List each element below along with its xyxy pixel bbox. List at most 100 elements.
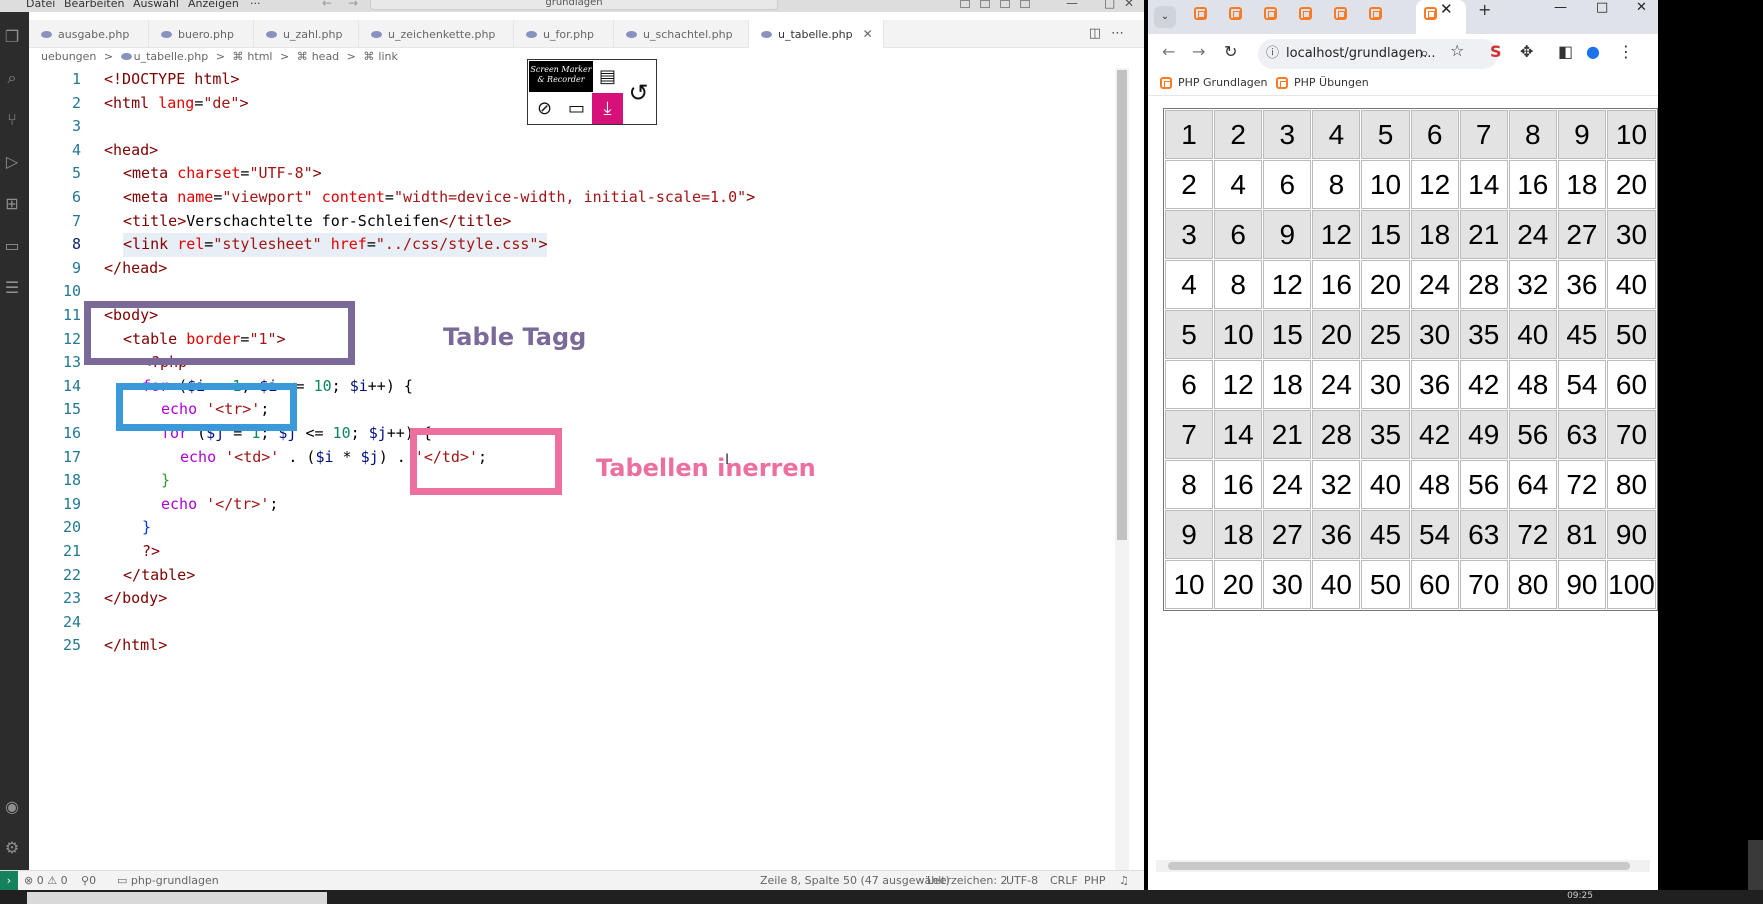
ports-indicator[interactable]: ⚲0 (81, 874, 96, 887)
sidebar-icon[interactable] (1000, 0, 1010, 8)
table-cell: 80 (1606, 460, 1656, 509)
tab-u-tabelle[interactable]: u_tabelle.php ✕ (749, 20, 884, 48)
scrollbar-thumb[interactable] (1168, 862, 1630, 870)
folder-icon[interactable]: ▭ (2, 235, 22, 255)
bookmark-php-uebungen[interactable]: PHP Übungen (1276, 76, 1369, 89)
cursor-position[interactable]: Zeile 8, Spalte 50 (47 ausgewählt) (760, 874, 950, 887)
close-window-icon[interactable]: ✕ (1636, 0, 1647, 15)
zoom-icon[interactable]: ⌕ (1420, 43, 1429, 63)
download-icon[interactable]: ⤓ (592, 93, 623, 124)
tab-search-icon[interactable]: ⌄ (1154, 6, 1176, 28)
browser-tab[interactable] (1221, 2, 1249, 24)
menu-selection[interactable]: Auswahl (133, 0, 179, 10)
browser-tab[interactable] (1326, 2, 1354, 24)
close-tab-icon[interactable]: ✕ (1440, 0, 1453, 18)
minimize-icon[interactable]: — (1066, 0, 1078, 10)
browser-tab[interactable] (1186, 2, 1214, 24)
table-cell: 32 (1508, 260, 1557, 309)
code-token: ; (331, 376, 350, 395)
split-editor-icon[interactable]: ◫⋯ (1089, 26, 1134, 41)
table-cell: 4 (1214, 160, 1263, 209)
maximize-icon[interactable]: □ (1104, 0, 1115, 10)
remote-explorer-icon[interactable]: ☰ (2, 277, 22, 297)
code-token: <= (296, 424, 333, 442)
table-cell: 6 (1263, 160, 1312, 209)
menu-more[interactable]: ··· (250, 0, 261, 10)
bookmark-star-icon[interactable]: ☆ (1450, 41, 1464, 60)
close-icon[interactable]: ✕ (1124, 0, 1134, 10)
bookmark-php-grundlagen[interactable]: PHP Grundlagen (1160, 76, 1268, 89)
account-icon[interactable]: ◉ (2, 796, 22, 816)
folder-indicator[interactable]: ▭ php-grundlagen (117, 874, 219, 887)
code-token: > (158, 589, 168, 608)
problems-indicator[interactable]: ⊗ 0 ⚠ 0 (24, 874, 68, 887)
url-text[interactable]: localhost/grundlagen... (1286, 46, 1436, 61)
forward-arrow-icon[interactable]: → (348, 0, 358, 10)
indentation[interactable]: Leerzeichen: 2 (927, 874, 1008, 887)
tab-u-for[interactable]: u_for.php (514, 20, 614, 48)
breadcrumb-html[interactable]: html (247, 50, 272, 63)
menu-file[interactable]: Datei (26, 0, 55, 10)
monitor-icon[interactable]: ▭ (561, 93, 592, 124)
extensions-icon[interactable]: ⊞ (2, 193, 22, 213)
table-cell: 30 (1361, 360, 1410, 409)
tab-u-schachtel[interactable]: u_schachtel.php (614, 20, 749, 48)
menu-view[interactable]: Anzeigen (188, 0, 239, 10)
scrollbar-thumb[interactable] (1117, 70, 1127, 540)
browser-tab[interactable] (1361, 2, 1389, 24)
breadcrumb-folder[interactable]: uebungen (41, 50, 96, 63)
code-token: head (113, 140, 150, 159)
extension-s-icon[interactable]: S (1490, 42, 1502, 61)
undo-icon[interactable]: ↺ (623, 77, 654, 108)
run-debug-icon[interactable]: ▷ (2, 151, 22, 171)
tab-u-zeichenkette[interactable]: u_zeichenkette.php (359, 20, 514, 48)
encoding[interactable]: UTF-8 (1006, 874, 1038, 887)
back-icon[interactable]: ← (1162, 42, 1175, 61)
breadcrumb-head[interactable]: head (312, 50, 339, 63)
new-tab-icon[interactable]: + (1478, 0, 1491, 19)
tab-buero[interactable]: buero.php (149, 20, 254, 48)
code-token: < (123, 188, 133, 206)
panel-icon[interactable] (980, 0, 990, 8)
line-ending[interactable]: CRLF (1050, 874, 1078, 887)
source-control-icon[interactable]: ⑂ (2, 109, 22, 129)
chrome-menu-icon[interactable]: ⋮ (1618, 42, 1634, 61)
language-mode[interactable]: PHP (1084, 874, 1106, 887)
tab-ausgabe[interactable]: ausgabe.php (29, 20, 149, 48)
extensions-puzzle-icon[interactable]: ✥ (1520, 42, 1533, 61)
table-cell: 6 (1410, 110, 1459, 159)
table-cell: 10 (1361, 160, 1410, 209)
profile-avatar-icon[interactable]: ● (1586, 42, 1600, 61)
back-arrow-icon[interactable]: ← (322, 0, 332, 10)
tab-close-icon[interactable]: ✕ (863, 27, 873, 41)
forward-icon[interactable]: → (1192, 42, 1205, 61)
command-center[interactable]: grundlagen (370, 0, 778, 10)
remote-indicator-icon[interactable]: › (0, 871, 18, 890)
editor-vertical-scrollbar[interactable] (1115, 68, 1129, 870)
hide-eye-icon[interactable]: ⊘ (529, 93, 560, 124)
browser-tab[interactable] (1291, 2, 1319, 24)
customize-layout-icon[interactable] (1020, 0, 1030, 8)
minimize-icon[interactable]: — (1554, 0, 1567, 15)
side-panel-icon[interactable]: ◧ (1558, 42, 1573, 61)
notifications-bell-icon[interactable]: ♫ (1119, 874, 1129, 887)
browser-tab[interactable] (1256, 2, 1284, 24)
search-icon[interactable]: ⌕ (2, 68, 22, 88)
tab-u-zahl[interactable]: u_zahl.php (254, 20, 359, 48)
maximize-icon[interactable]: □ (1596, 0, 1608, 15)
site-info-icon[interactable]: ⓘ (1266, 39, 1279, 69)
settings-gear-icon[interactable]: ⚙ (2, 837, 22, 857)
html-element-icon: ⌘ (232, 50, 244, 63)
breadcrumb-link[interactable]: link (378, 50, 397, 63)
error-icon: ⊗ (24, 874, 34, 887)
code-editor[interactable]: 1 <!DOCTYPE html> 2 <html lang="de"> 3 4 <h… (29, 68, 1129, 870)
notes-icon[interactable]: ▤ (592, 61, 623, 92)
code-token: > (177, 211, 187, 230)
breadcrumb-file[interactable]: u_tabelle.php (134, 50, 209, 63)
reload-icon[interactable]: ↻ (1224, 42, 1237, 61)
explorer-icon[interactable]: ❐ (2, 26, 22, 46)
menu-edit[interactable]: Bearbeiten (64, 0, 124, 10)
table-cell: 36 (1557, 260, 1606, 309)
horizontal-scrollbar[interactable] (1156, 860, 1650, 872)
layout-icon[interactable] (960, 0, 970, 8)
